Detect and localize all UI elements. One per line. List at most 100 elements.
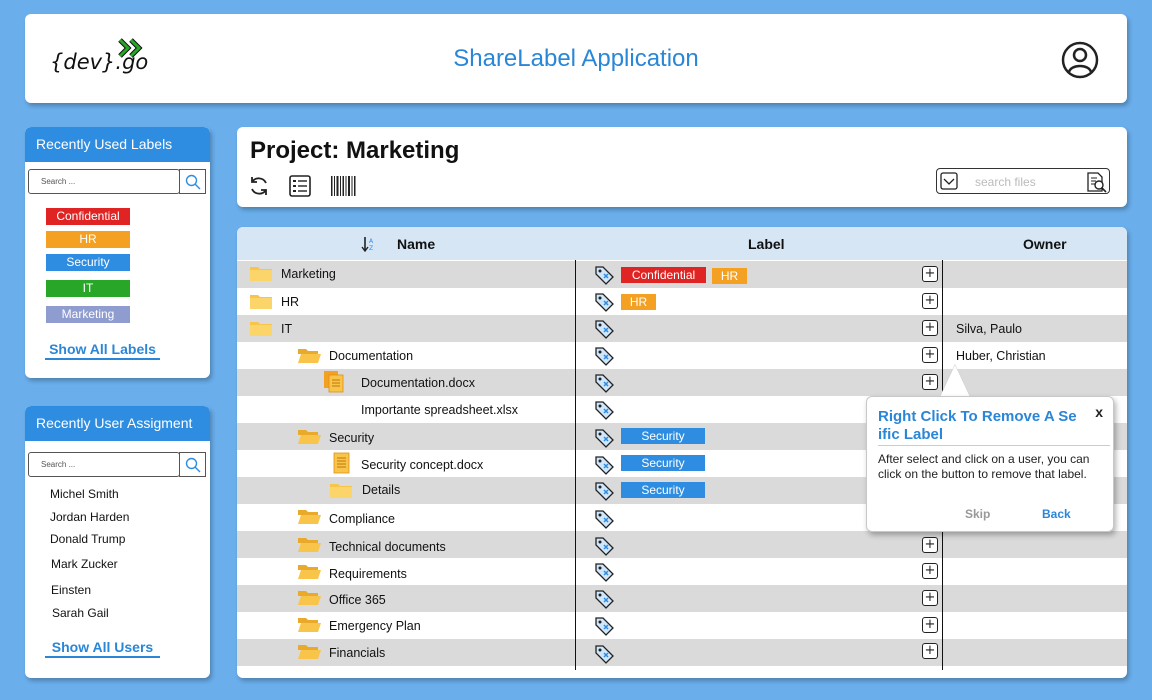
list-view-icon[interactable] — [288, 174, 312, 198]
owner-name[interactable]: Silva, Paulo — [956, 322, 1022, 336]
tag-icon[interactable] — [593, 561, 615, 583]
file-name: Compliance — [329, 512, 396, 526]
tag-icon[interactable] — [593, 588, 615, 610]
table-row[interactable]: Requirements + — [237, 558, 1127, 585]
user-search-button[interactable] — [179, 452, 206, 477]
tooltip-close-button[interactable]: x — [1095, 404, 1103, 420]
table-row[interactable]: Emergency Plan + — [237, 612, 1127, 639]
onboarding-tooltip: Right Click To Remove A Se ific Label x … — [866, 396, 1114, 532]
column-header-name[interactable]: Name — [397, 236, 435, 252]
add-label-button[interactable]: + — [922, 293, 938, 309]
label-search: Search ... — [28, 169, 206, 194]
row-label-security[interactable]: Security — [621, 428, 705, 444]
tooltip-back-button[interactable]: Back — [1042, 507, 1071, 521]
user-item[interactable]: Mark Zucker — [51, 557, 118, 571]
tag-icon[interactable] — [593, 399, 615, 421]
label-chip-confidential[interactable]: Confidential — [46, 208, 130, 225]
tag-icon[interactable] — [593, 264, 615, 286]
tag-icon[interactable] — [593, 615, 615, 637]
user-item[interactable]: Michel Smith — [50, 487, 119, 501]
add-label-button[interactable]: + — [922, 590, 938, 606]
add-label-button[interactable]: + — [922, 563, 938, 579]
label-chip-security[interactable]: Security — [46, 254, 130, 271]
show-all-users-link[interactable]: Show All Users — [45, 639, 160, 658]
project-toolbar: Project: Marketing search files — [237, 127, 1127, 207]
folder-open-icon — [298, 565, 321, 579]
tag-icon[interactable] — [593, 291, 615, 313]
add-label-button[interactable]: + — [922, 617, 938, 633]
row-label-hr[interactable]: HR — [712, 268, 747, 284]
tag-icon[interactable] — [593, 480, 615, 502]
column-header-owner[interactable]: Owner — [1023, 236, 1067, 252]
user-item[interactable]: Sarah Gail — [52, 606, 109, 620]
user-account-icon[interactable] — [1061, 41, 1099, 79]
tooltip-body: After select and click on a user, you ca… — [878, 452, 1090, 481]
user-item[interactable]: Donald Trump — [50, 532, 125, 546]
table-row[interactable]: Office 365 + — [237, 585, 1127, 612]
file-name: Security — [329, 431, 375, 445]
table-row[interactable]: Documentation + Huber, Christian — [237, 342, 1127, 369]
tooltip-pointer — [940, 365, 970, 397]
label-chip-hr[interactable]: HR — [46, 231, 130, 248]
table-row[interactable]: Marketing Confidential HR + — [237, 261, 1127, 288]
folder-open-icon — [298, 430, 321, 444]
user-search-input[interactable]: Search ... — [28, 452, 180, 477]
document-icon — [333, 452, 350, 474]
label-chip-it[interactable]: IT — [46, 280, 130, 297]
tag-icon[interactable] — [593, 508, 615, 530]
search-icon — [185, 457, 200, 472]
table-row[interactable]: IT + Silva, Paulo — [237, 315, 1127, 342]
add-label-button[interactable]: + — [922, 643, 938, 659]
dropdown-icon[interactable] — [940, 172, 958, 190]
folder-closed-icon — [250, 295, 272, 309]
owner-name[interactable]: Huber, Christian — [956, 349, 1046, 363]
tag-icon[interactable] — [593, 345, 615, 367]
user-search: Search ... — [28, 452, 206, 477]
tag-icon[interactable] — [593, 318, 615, 340]
file-name: HR — [281, 295, 300, 309]
table-header: AZ Name Label Owner — [237, 227, 1127, 260]
barcode-icon[interactable] — [330, 174, 358, 198]
tag-icon[interactable] — [593, 535, 615, 557]
add-label-button[interactable]: + — [922, 266, 938, 282]
row-label-hr[interactable]: HR — [621, 294, 656, 310]
table-row[interactable]: Technical documents + — [237, 531, 1127, 558]
add-label-button[interactable]: + — [922, 320, 938, 336]
file-name: Importante spreadsheet.xlsx — [361, 403, 519, 417]
label-search-button[interactable] — [179, 169, 206, 194]
refresh-icon[interactable] — [247, 174, 271, 198]
recent-users-panel: Recently User Assigment Search ... Miche… — [25, 406, 210, 678]
add-label-button[interactable]: + — [922, 347, 938, 363]
label-search-input[interactable]: Search ... — [28, 169, 180, 194]
folder-closed-icon — [330, 484, 352, 498]
user-item[interactable]: Einsten — [51, 583, 91, 597]
add-label-button[interactable]: + — [922, 374, 938, 390]
tag-icon[interactable] — [593, 454, 615, 476]
tooltip-divider — [878, 445, 1110, 446]
recent-users-title: Recently User Assigment — [25, 406, 210, 441]
label-chip-marketing[interactable]: Marketing — [46, 306, 130, 323]
user-item[interactable]: Jordan Harden — [50, 510, 129, 524]
tag-icon[interactable] — [593, 372, 615, 394]
folder-open-icon — [298, 618, 321, 632]
column-header-label[interactable]: Label — [748, 236, 785, 252]
table-row[interactable]: Financials + — [237, 639, 1127, 666]
table-row[interactable]: HR HR + — [237, 288, 1127, 315]
table-row[interactable]: Documentation.docx + — [237, 369, 1127, 396]
tooltip-skip-button[interactable]: Skip — [965, 507, 990, 521]
file-search-icon[interactable] — [1085, 171, 1107, 193]
tag-icon[interactable] — [593, 643, 615, 665]
documents-icon — [324, 371, 344, 393]
recent-labels-panel: Recently Used Labels Search ... Confiden… — [25, 127, 210, 378]
row-label-confidential[interactable]: Confidential — [621, 267, 706, 283]
show-all-labels-link[interactable]: Show All Labels — [45, 341, 160, 360]
folder-closed-icon — [250, 322, 272, 336]
row-label-security[interactable]: Security — [621, 455, 705, 471]
row-label-security[interactable]: Security — [621, 482, 705, 498]
file-search-field[interactable]: search files — [936, 168, 1110, 194]
column-divider — [575, 260, 576, 670]
sort-icon[interactable]: AZ — [361, 236, 375, 252]
tag-icon[interactable] — [593, 427, 615, 449]
add-label-button[interactable]: + — [922, 537, 938, 553]
file-name: Marketing — [281, 267, 336, 281]
